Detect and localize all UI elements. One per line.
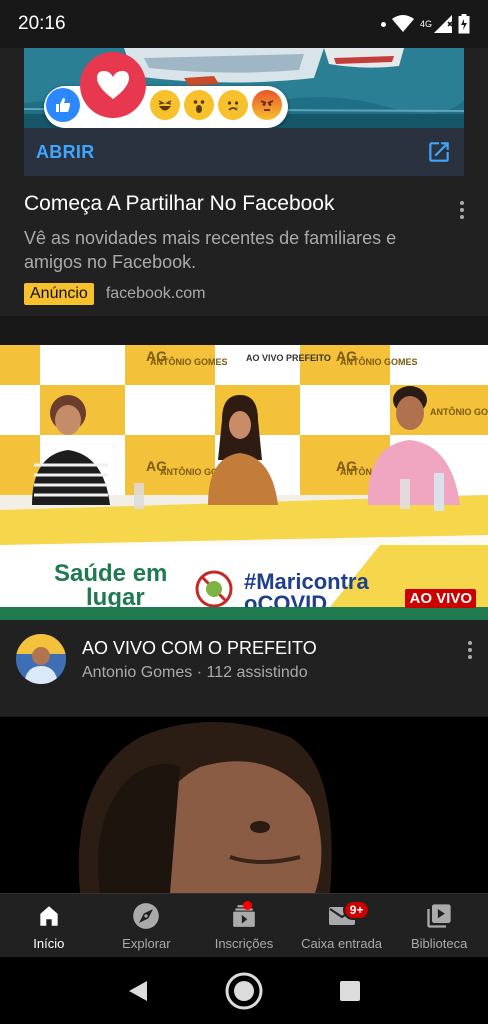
backdrop-logo-3: AG [146,458,167,474]
ad-open-button[interactable]: ABRIR [24,128,464,176]
nav-inbox[interactable]: 9+ Caixa entrada [293,894,391,957]
banner-text-2: lugar [86,584,145,611]
wow-reaction-icon [184,90,214,120]
inbox-badge: 9+ [342,900,371,920]
backdrop-brand-5: ANTÔNIO GOMES [430,406,488,417]
avatar-image [16,634,66,684]
like-reaction-icon [46,88,80,122]
nav-subscriptions[interactable]: Inscrições [195,894,293,957]
live-video-thumbnail[interactable]: ANTÔNIO GOMES ANTÔNIO GOMES ANTÔNIO GOME… [0,345,488,620]
status-time: 20:16 [18,13,66,34]
home-icon [40,906,58,926]
nav-home[interactable]: Início [0,894,98,957]
video-title[interactable]: AO VIVO COM O PREFEITO [82,638,317,659]
nav-home-label: Início [33,936,65,951]
video-subtitle: Antonio Gomes · 112 assistindo [82,664,308,681]
video-info[interactable]: AO VIVO COM O PREFEITO Antonio Gomes · 1… [0,620,488,716]
backdrop-logo-2: AG [336,348,357,364]
nav-library-label: Biblioteca [410,936,468,951]
angry-reaction-icon [252,90,282,120]
nav-explore[interactable]: Explorar [98,894,196,957]
channel-avatar[interactable] [16,634,66,684]
battery-icon [458,14,470,34]
external-link-icon [429,142,449,162]
explore-icon [133,903,160,929]
haha-reaction-icon [150,90,180,120]
back-icon[interactable] [127,979,149,1003]
ad-more-options-icon[interactable] [450,198,474,222]
recents-icon[interactable] [339,980,361,1002]
ad-meta: Anúncio facebook.com [24,283,205,305]
system-nav-bar [0,957,488,1024]
backdrop-logo-4: AG [336,458,357,474]
next-video-frame [0,717,488,893]
network-label: 4G [419,19,432,29]
nav-library[interactable]: Biblioteca [390,894,488,957]
backdrop-live-label: AO VIVO PREFEITO [246,353,331,363]
ad-description: Vê as novidades mais recentes de familia… [24,228,397,272]
bottom-nav: Início Explorar Inscrições 9+ Caixa entr… [0,893,488,957]
nav-subscriptions-label: Inscrições [214,936,274,951]
ad-card[interactable]: ABRIR Começa A Partilhar No Facebook Vê … [0,48,488,316]
status-icons: 4G [380,14,470,34]
love-reaction-icon [80,52,146,118]
signal-icon [434,15,452,33]
ad-open-label: ABRIR [36,141,95,162]
notification-dot-icon [380,21,386,27]
next-video-thumbnail[interactable] [0,717,488,893]
ad-title[interactable]: Começa A Partilhar No Facebook [24,192,434,216]
live-video-frame: ANTÔNIO GOMES ANTÔNIO GOMES ANTÔNIO GOME… [0,345,488,620]
status-bar: 20:16 4G [0,0,488,48]
ad-domain: facebook.com [105,285,206,302]
banner-text-1: Saúde em [54,560,167,587]
home-circle-icon[interactable] [224,971,264,1011]
nav-explore-label: Explorar [122,936,171,951]
video-more-options-icon[interactable] [460,638,480,662]
library-icon [427,904,451,928]
wifi-icon [391,15,414,32]
ad-badge: Anúncio [24,283,94,305]
live-badge: AO VIVO [405,589,476,608]
backdrop-logo-1: AG [146,348,167,364]
nav-inbox-label: Caixa entrada [301,936,383,951]
sad-reaction-icon [218,90,248,120]
